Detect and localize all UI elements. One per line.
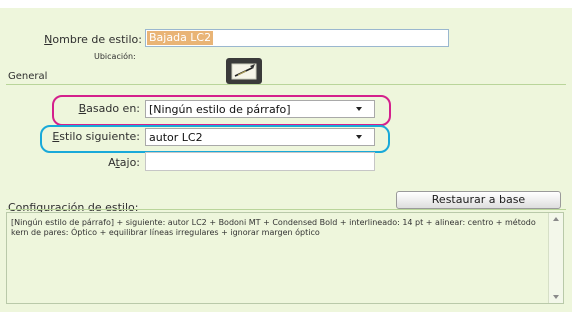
based-on-value: [Ningún estilo de párrafo] — [149, 103, 291, 116]
description-scrollbar[interactable] — [548, 213, 563, 303]
section-general-label: General — [8, 71, 48, 82]
location-label: Ubicación: — [94, 52, 136, 61]
chevron-down-icon — [356, 107, 362, 111]
settings-divider — [6, 209, 566, 210]
reset-to-base-button[interactable]: Restaurar a base — [396, 191, 561, 209]
pencil-notepad-icon[interactable] — [226, 58, 262, 84]
chevron-down-icon — [356, 135, 362, 139]
based-on-label: Basado en: — [78, 102, 140, 115]
based-on-dropdown[interactable]: [Ningún estilo de párrafo] — [145, 100, 375, 118]
style-settings-description: [Ningún estilo de párrafo] + siguiente: … — [6, 212, 564, 304]
next-style-label: Estilo siguiente: — [52, 130, 140, 143]
shortcut-label: Atajo: — [108, 156, 140, 169]
scroll-up-icon[interactable] — [553, 217, 559, 221]
style-settings-text: [Ningún estilo de párrafo] + siguiente: … — [11, 218, 536, 237]
scroll-down-icon[interactable] — [553, 295, 559, 299]
general-divider — [6, 84, 566, 85]
style-name-field[interactable]: Bajada LC2 — [145, 29, 449, 47]
shortcut-field[interactable] — [145, 152, 375, 171]
next-style-dropdown[interactable]: autor LC2 — [145, 128, 375, 146]
paragraph-style-options-panel: Nombre de estilo: Bajada LC2 Ubicación: … — [0, 0, 572, 312]
style-name-label: Nombre de estilo: — [44, 33, 142, 46]
style-name-value: Bajada LC2 — [147, 31, 214, 45]
next-style-value: autor LC2 — [149, 131, 203, 144]
